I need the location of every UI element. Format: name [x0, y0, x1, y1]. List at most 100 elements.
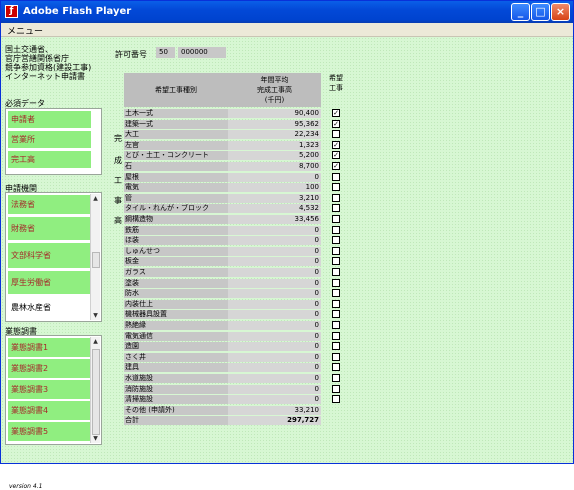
business-scrollbar[interactable]: ▲ ▼ [90, 337, 100, 443]
scroll-thumb[interactable] [92, 349, 100, 435]
column-header-type: 希望工事種別 [124, 73, 228, 107]
close-button[interactable]: × [551, 3, 570, 21]
wish-checkbox[interactable] [332, 193, 340, 202]
wish-checkbox[interactable] [332, 236, 340, 245]
table-row: 建築一式 95,362 ✓ [122, 119, 350, 130]
table-row: 合計 297,727 [122, 416, 350, 426]
nav-business-2[interactable]: 業態調書2 [8, 359, 91, 379]
work-amount-value: 0 [228, 352, 321, 362]
wish-checkbox[interactable] [332, 268, 340, 276]
wish-checkbox[interactable] [332, 172, 340, 181]
scroll-thumb[interactable] [92, 252, 100, 268]
table-row: 防水 0 [122, 289, 350, 299]
wish-checkbox[interactable]: ✓ [332, 119, 340, 128]
wish-checkbox[interactable] [332, 225, 340, 234]
title-bar[interactable]: ƒ Adobe Flash Player _ □ × [1, 1, 573, 23]
work-type-name: 熱絶縁 [124, 321, 228, 330]
nav-completed-work[interactable]: 完工高 [8, 151, 91, 169]
wish-checkbox[interactable] [332, 204, 340, 213]
scroll-down-icon[interactable]: ▼ [92, 434, 99, 443]
table-row: さく井 0 [122, 352, 350, 363]
main-content: 国土交通省、 官庁営繕関係省庁 競争参加資格(建設工事) インターネット申請書 … [1, 37, 573, 490]
wish-checkbox[interactable]: ✓ [332, 162, 340, 170]
nav-business-4[interactable]: 業態調書4 [8, 401, 91, 421]
table-row: 内装仕上 0 [122, 299, 350, 310]
work-type-name: ほ装 [124, 236, 228, 246]
work-type-name: 電気 [124, 183, 228, 193]
work-type-name: 防水 [124, 289, 228, 299]
work-amount-value: 22,234 [228, 130, 321, 140]
scroll-down-icon[interactable]: ▼ [92, 311, 99, 320]
work-amount-value: 0 [228, 342, 321, 352]
work-amount-value: 0 [228, 289, 321, 299]
work-amount-value: 95,362 [228, 119, 321, 129]
app-window: ƒ Adobe Flash Player _ □ × メニュー 国土交通省、 官… [0, 0, 574, 490]
wish-checkbox[interactable] [332, 384, 340, 393]
wish-checkbox[interactable] [332, 363, 340, 372]
wish-checkbox[interactable] [332, 374, 340, 382]
nav-office[interactable]: 営業所 [8, 131, 91, 149]
nav-business-1[interactable]: 業態調書1 [8, 338, 91, 358]
work-amount-value: 0 [228, 268, 321, 277]
table-row: しゅんせつ 0 [122, 246, 350, 257]
table-row: 清掃施設 0 [122, 395, 350, 405]
column-header-amount-line: (千円) [264, 96, 285, 104]
work-type-name: 合計 [124, 416, 228, 426]
nav-business-3[interactable]: 業態調書3 [8, 380, 91, 400]
agency-line: 国土交通省、 [5, 45, 53, 54]
work-type-name: 建具 [124, 363, 228, 373]
wish-checkbox[interactable] [332, 246, 340, 255]
wish-checkbox[interactable] [332, 257, 340, 266]
work-amount-value: 0 [228, 278, 321, 288]
wish-checkbox[interactable]: ✓ [332, 109, 340, 117]
wish-checkbox[interactable] [332, 331, 340, 340]
wish-checkbox[interactable] [332, 352, 340, 361]
window-title: Adobe Flash Player [23, 6, 132, 17]
work-amount-value: 8,700 [228, 162, 321, 171]
work-amount-value: 297,727 [228, 416, 321, 426]
column-header-wish-line: 希望 [329, 74, 343, 82]
menu-item-menu[interactable]: メニュー [7, 24, 43, 37]
maximize-button[interactable]: □ [531, 3, 550, 21]
work-amount-value: 0 [228, 321, 321, 330]
nav-agency-justice[interactable]: 法務省 [8, 195, 91, 215]
work-type-name: しゅんせつ [124, 246, 228, 256]
wish-checkbox[interactable] [332, 299, 340, 308]
wish-checkbox[interactable] [332, 321, 340, 329]
scroll-up-icon[interactable]: ▲ [92, 337, 99, 346]
table-row: タイル・れんが・ブロック 4,532 [122, 204, 350, 214]
wish-checkbox[interactable] [332, 130, 340, 139]
wish-checkbox[interactable]: ✓ [332, 151, 340, 160]
work-type-name: 管 [124, 193, 228, 203]
wish-checkbox[interactable] [332, 183, 340, 192]
wish-checkbox[interactable] [332, 310, 340, 319]
table-row: 電気通信 0 [122, 331, 350, 342]
work-amount-value: 0 [228, 172, 321, 182]
work-type-name: 造園 [124, 342, 228, 352]
nav-business-5[interactable]: 業態調書5 [8, 422, 91, 442]
agencies-scrollbar[interactable]: ▲ ▼ [90, 194, 100, 320]
table-row: 電気 100 [122, 183, 350, 193]
nav-agency-agriculture[interactable]: 農林水産省 [8, 297, 91, 319]
work-type-name: 屋根 [124, 172, 228, 182]
work-amount-value: 4,532 [228, 204, 321, 214]
work-amount-value: 0 [228, 225, 321, 235]
nav-applicant[interactable]: 申請者 [8, 111, 91, 129]
minimize-button[interactable]: _ [511, 3, 530, 21]
wish-checkbox[interactable] [332, 342, 340, 351]
scroll-up-icon[interactable]: ▲ [92, 194, 99, 203]
table-row: 建具 0 [122, 363, 350, 373]
wish-checkbox[interactable] [332, 289, 340, 298]
nav-agency-education[interactable]: 文部科学省 [8, 243, 91, 269]
table-row: 塗装 0 [122, 278, 350, 289]
permit-number-label: 許可番号 [115, 50, 147, 59]
nav-agency-finance[interactable]: 財務省 [8, 217, 91, 241]
wish-checkbox[interactable] [332, 278, 340, 287]
work-type-name: 消防施設 [124, 384, 228, 394]
nav-agency-health[interactable]: 厚生労働省 [8, 271, 91, 295]
table-row: 土木一式 90,400 ✓ [122, 109, 350, 119]
wish-checkbox[interactable] [332, 215, 340, 223]
flash-app-icon: ƒ [5, 5, 18, 18]
wish-checkbox[interactable]: ✓ [332, 140, 340, 149]
wish-checkbox[interactable] [332, 395, 340, 404]
